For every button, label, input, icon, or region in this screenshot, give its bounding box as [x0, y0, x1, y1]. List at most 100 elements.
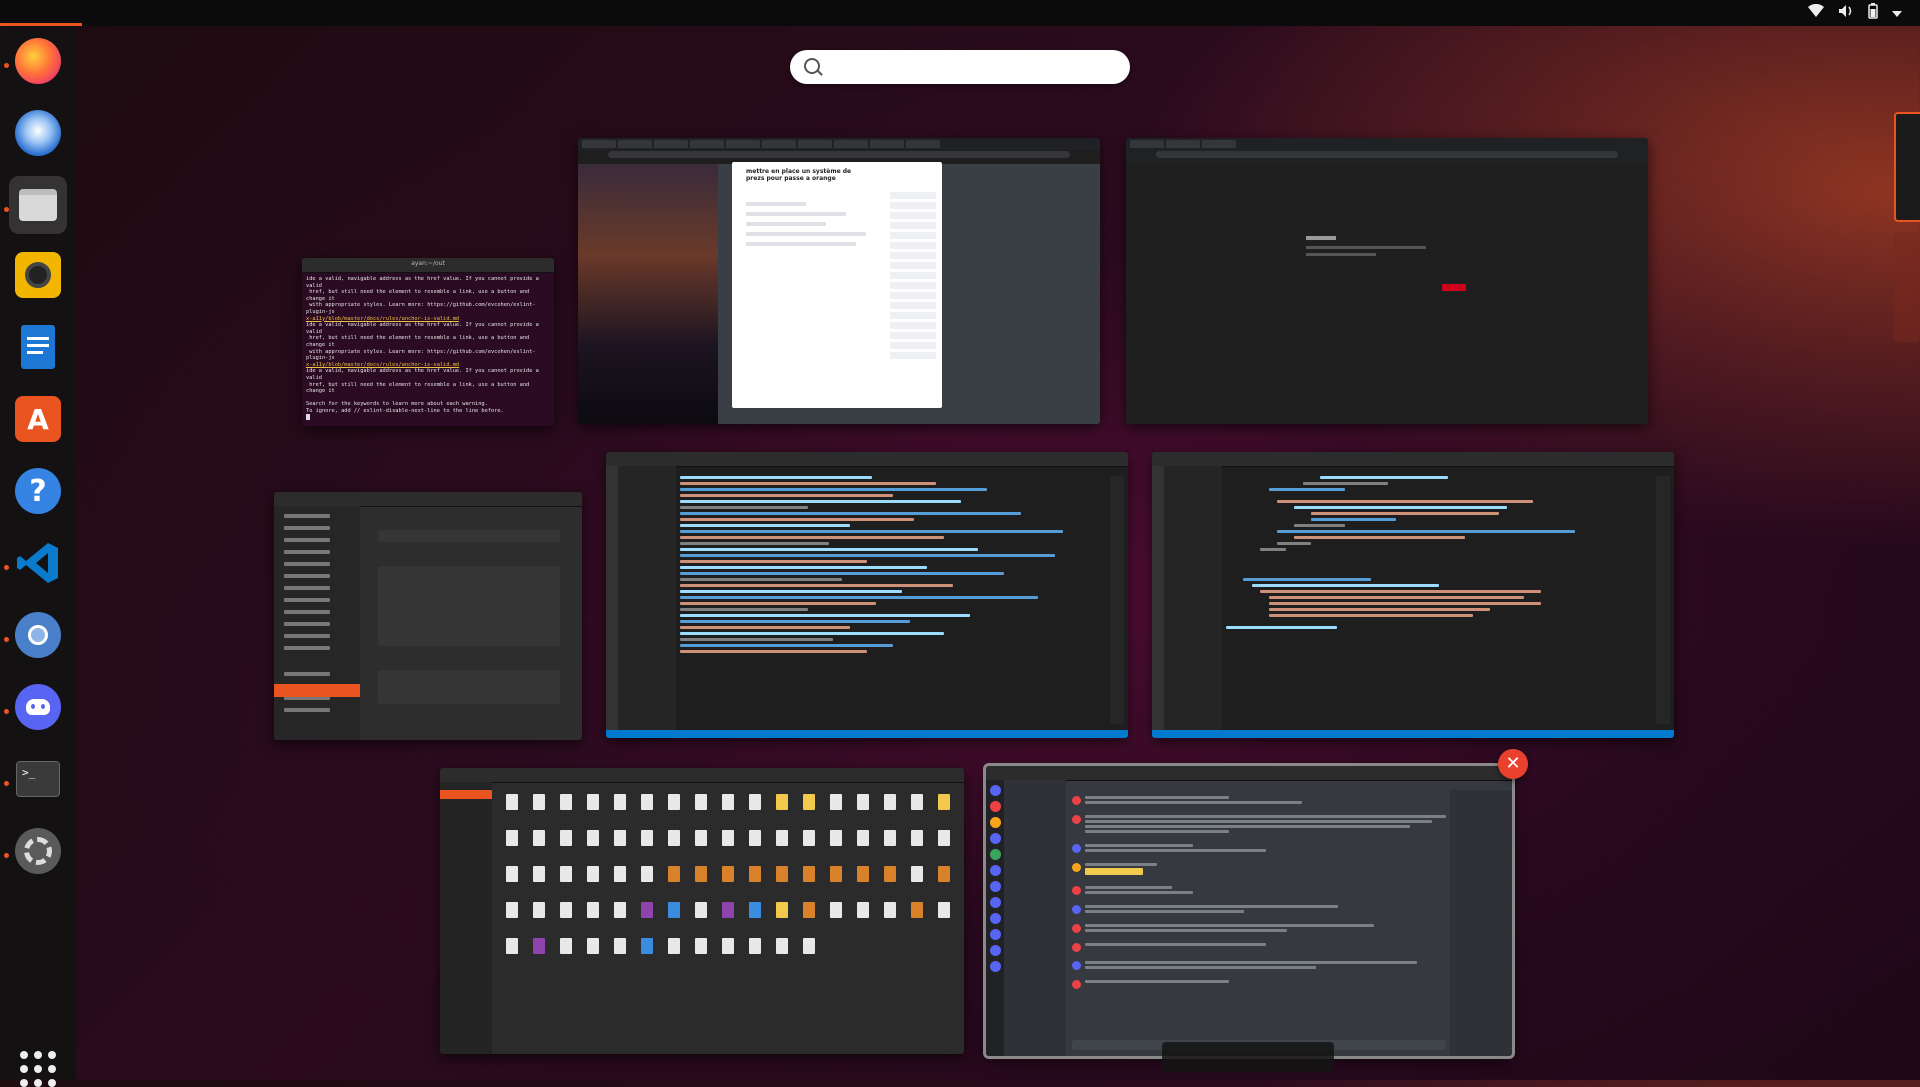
dock-software[interactable]: A — [9, 390, 67, 448]
thunderbird-icon — [15, 110, 61, 156]
card-sidebar[interactable] — [890, 192, 936, 362]
discord-icon — [15, 684, 61, 730]
terminal-line: ide a valid, navigable address as the hr… — [306, 322, 542, 335]
dock-terminal[interactable]: >_ — [9, 750, 67, 808]
dock-rhythmbox[interactable] — [9, 246, 67, 304]
terminal-line: href, but still need the element to rese… — [306, 381, 533, 395]
running-indicator — [4, 207, 9, 212]
battery-icon[interactable] — [1868, 2, 1878, 24]
terminal-line: ide a valid, navigable address as the hr… — [306, 276, 542, 289]
window-browser-error[interactable] — [1126, 138, 1648, 424]
url-bar[interactable] — [1156, 151, 1618, 158]
activity-bar[interactable] — [606, 466, 618, 730]
dock-chromium[interactable] — [9, 606, 67, 664]
tab-strip[interactable] — [578, 138, 1100, 150]
title-bar — [1152, 452, 1674, 467]
wifi-icon[interactable] — [1808, 3, 1824, 23]
window-files[interactable] — [440, 768, 964, 1054]
activity-bar[interactable] — [1152, 466, 1164, 730]
terminal-footer: To ignore, add // eslint-disable-next-li… — [306, 407, 504, 414]
explorer-panel[interactable] — [1164, 466, 1222, 730]
settings-group[interactable] — [378, 566, 560, 646]
dock-thunderbird[interactable] — [9, 104, 67, 162]
minimap[interactable] — [1656, 476, 1670, 724]
files-sidebar[interactable] — [440, 782, 492, 1054]
dock-help[interactable]: ? — [9, 462, 67, 520]
file-grid[interactable] — [502, 792, 954, 1046]
gear-icon — [15, 828, 61, 874]
search-bar[interactable] — [790, 50, 1130, 84]
running-indicator — [4, 565, 9, 570]
firefox-icon — [15, 38, 61, 84]
error-text — [1306, 236, 1426, 256]
member-list[interactable] — [1450, 790, 1512, 1056]
system-tray[interactable] — [1808, 2, 1902, 24]
vscode-icon — [16, 541, 60, 585]
running-indicator — [4, 853, 9, 858]
search-icon — [804, 58, 820, 74]
top-bar — [0, 0, 1920, 26]
dock: A ? >_ — [0, 26, 76, 1087]
tab-strip[interactable] — [1126, 138, 1648, 150]
explorer-panel[interactable] — [618, 466, 676, 730]
terminal-footer: Search for the keywords to learn more ab… — [306, 401, 488, 408]
window-browser-board[interactable]: mettre en place un système de prezs pour… — [578, 138, 1100, 424]
terminal-line: href, but still need the element to rese… — [306, 289, 533, 302]
help-icon: ? — [15, 468, 61, 514]
terminal-line: with appropriate styles. Learn more: htt… — [306, 348, 536, 362]
running-indicator — [4, 637, 9, 642]
message-list — [1072, 796, 1446, 1038]
sidebar-item-selected[interactable] — [274, 684, 360, 697]
workspace-thumbnail-current[interactable] — [1894, 112, 1920, 222]
background-image — [578, 164, 718, 424]
terminal-line: x-a11y/blob/master/docs/rules/anchor-is-… — [306, 361, 460, 368]
window-vscode-b[interactable] — [1152, 452, 1674, 738]
settings-sidebar[interactable] — [274, 506, 360, 740]
search-input[interactable] — [830, 56, 1119, 80]
terminal-line: x-a11y/blob/master/docs/rules/anchor-is-… — [306, 315, 460, 322]
settings-group[interactable] — [378, 670, 560, 704]
code-editor[interactable] — [1226, 476, 1652, 724]
window-vscode-a[interactable] — [606, 452, 1128, 738]
reload-button[interactable] — [1442, 284, 1466, 291]
card-body — [746, 202, 876, 252]
settings-row[interactable] — [378, 530, 560, 542]
title-bar — [986, 766, 1512, 781]
volume-icon[interactable] — [1838, 3, 1854, 23]
window-settings[interactable] — [274, 492, 582, 740]
running-indicator — [4, 709, 9, 714]
running-indicator — [4, 63, 9, 68]
page-content — [1126, 162, 1648, 424]
terminal-cursor — [306, 414, 310, 420]
terminal-output: ide a valid, navigable address as the hr… — [306, 276, 550, 414]
sidebar-item-selected[interactable] — [440, 790, 492, 799]
window-title: ayan:~/out — [411, 260, 445, 267]
dock-vscode[interactable] — [9, 534, 67, 592]
window-discord[interactable] — [983, 763, 1515, 1059]
dock-discord[interactable] — [9, 678, 67, 736]
speaker-icon — [15, 252, 61, 298]
show-applications-icon[interactable] — [20, 1051, 56, 1087]
dock-writer[interactable] — [9, 318, 67, 376]
workspace-thumbnail[interactable] — [1894, 232, 1920, 342]
server-list[interactable] — [986, 780, 1004, 1056]
terminal-line: with appropriate styles. Learn more: htt… — [306, 302, 536, 315]
terminal-line: href, but still need the element to rese… — [306, 335, 533, 348]
minimap[interactable] — [1110, 476, 1124, 724]
window-caption — [1162, 1042, 1334, 1072]
dock-files[interactable] — [9, 176, 67, 234]
window-terminal[interactable]: ayan:~/out ide a valid, navigable addres… — [302, 258, 554, 426]
dock-firefox[interactable] — [9, 32, 67, 90]
title-bar — [274, 492, 582, 507]
folder-icon — [19, 189, 57, 221]
code-editor[interactable] — [680, 476, 1106, 724]
menu-arrow-icon[interactable] — [1892, 3, 1902, 23]
url-bar[interactable] — [608, 151, 1070, 158]
title-bar — [440, 768, 964, 783]
close-window-button[interactable]: ✕ — [1498, 749, 1528, 779]
status-bar — [1152, 730, 1674, 738]
terminal-line: ide a valid, navigable address as the hr… — [306, 368, 542, 381]
card-modal[interactable]: mettre en place un système de prezs pour… — [732, 162, 942, 408]
channel-list[interactable] — [1004, 780, 1066, 1056]
dock-settings[interactable] — [9, 822, 67, 880]
